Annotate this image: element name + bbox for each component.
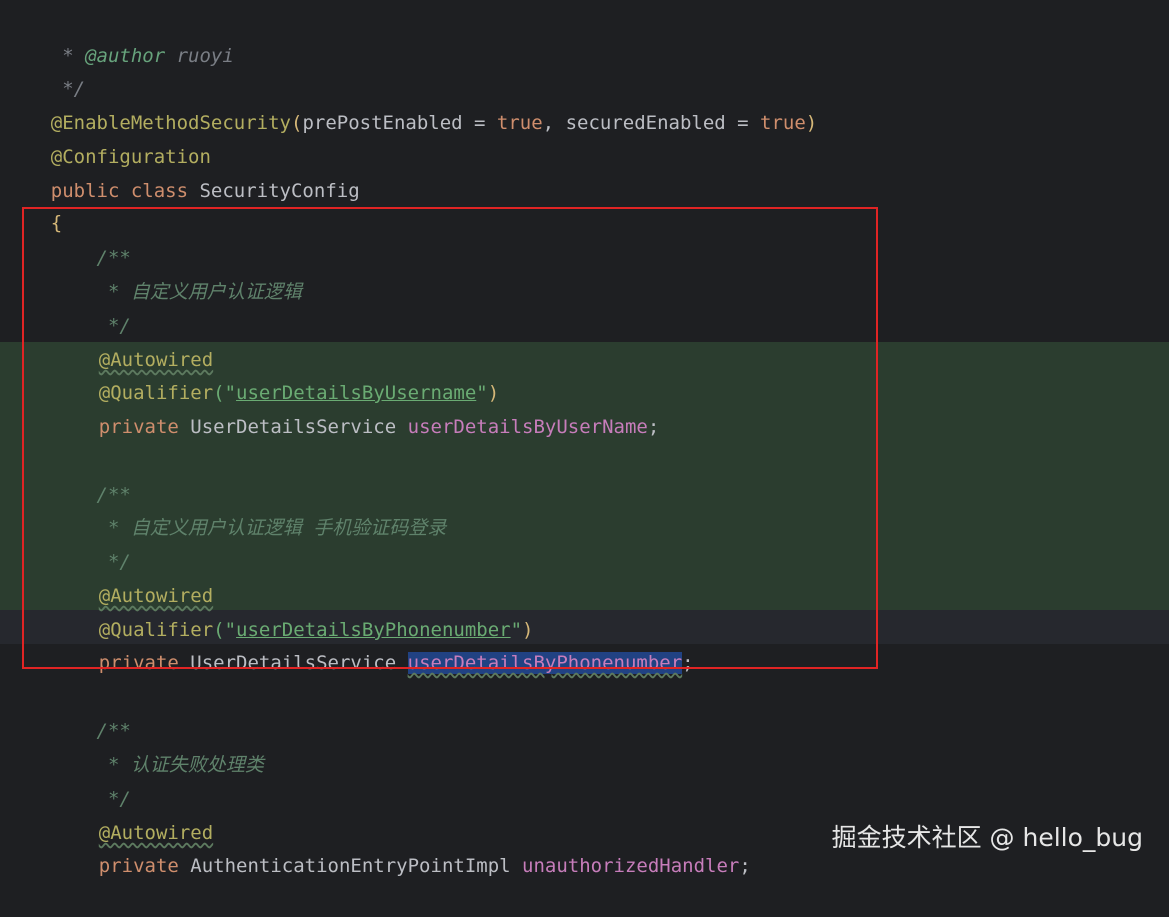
paren-open: ( (290, 112, 303, 134)
code-line-doc3-open[interactable]: /** (5, 680, 131, 742)
code-line-doc3-text[interactable]: * 认证失败处理类 (5, 714, 264, 776)
arg-pre-post-enabled: prePostEnabled = (302, 112, 497, 134)
semicolon: ; (739, 855, 751, 877)
arg-separator: , (542, 112, 566, 134)
watermark: 掘金技术社区 @ hello_bug (831, 823, 1143, 852)
code-editor[interactable]: * @author ruoyi */ @EnableMethodSecurity… (0, 0, 1169, 880)
code-line-open-brace[interactable]: { (5, 172, 62, 234)
code-line-class-decl[interactable]: public class SecurityConfig (5, 140, 360, 202)
field-type: AuthenticationEntryPointImpl (190, 855, 523, 877)
value-true-2: true (760, 112, 806, 134)
code-line-autowired-3[interactable]: @Autowired (53, 782, 213, 844)
paren-close: ) (805, 112, 818, 134)
red-annotation-box (22, 207, 878, 669)
arg-secured-enabled: securedEnabled = (565, 112, 761, 134)
author-name: ruoyi (165, 45, 234, 67)
keyword-private: private (98, 855, 191, 877)
code-line-configuration[interactable]: @Configuration (5, 106, 211, 168)
code-line-field-3[interactable]: private AuthenticationEntryPointImpl una… (53, 815, 751, 877)
code-line-enable-method-security[interactable]: @EnableMethodSecurity(prePostEnabled = t… (5, 72, 817, 134)
class-name: SecurityConfig (199, 180, 360, 202)
author-tag: @author (85, 45, 166, 67)
field-name[interactable]: unauthorizedHandler (522, 855, 739, 877)
code-line-comment-end[interactable]: */ (5, 38, 85, 100)
code-line-author[interactable]: * @author ruoyi (5, 5, 234, 67)
code-line-doc3-close[interactable]: */ (5, 748, 131, 810)
keyword-public-class: public class (50, 180, 200, 202)
value-true-1: true (496, 112, 543, 134)
